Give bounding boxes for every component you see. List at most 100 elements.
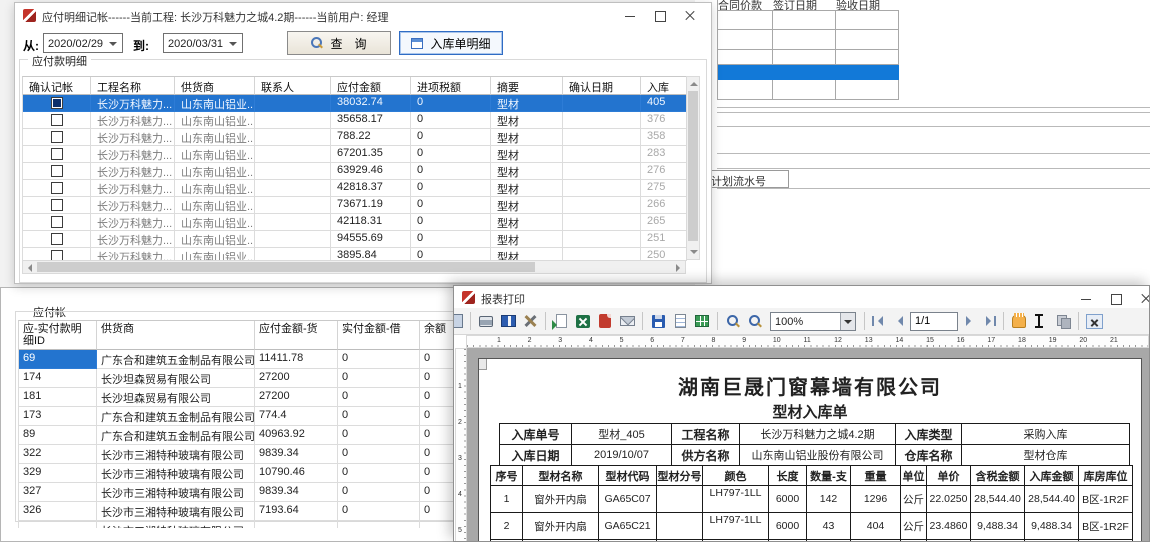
table-row[interactable] <box>718 30 899 50</box>
table-row[interactable]: 326长沙市三湘特种玻璃有限公司7193.6400 <box>19 502 464 521</box>
confirm-checkbox[interactable] <box>51 97 63 109</box>
confirm-checkbox[interactable] <box>51 216 63 228</box>
vertical-scrollbar[interactable] <box>686 76 700 260</box>
to-date-select[interactable]: 2020/03/31 <box>163 33 243 53</box>
scroll-left-icon[interactable] <box>24 264 32 272</box>
page-setup-button[interactable] <box>453 311 465 331</box>
from-date-select[interactable]: 2020/02/29 <box>43 33 123 53</box>
table-row[interactable]: 长沙万科魅力...山东南山铝业...63929.460型材276 <box>23 163 700 180</box>
page-number-input[interactable] <box>910 312 958 331</box>
zoom-level-select[interactable]: 100% <box>770 312 856 331</box>
close-button[interactable] <box>1131 286 1150 310</box>
zoom-in-button[interactable] <box>723 311 743 331</box>
confirm-checkbox[interactable] <box>51 131 63 143</box>
text-select-tool-button[interactable] <box>1031 311 1051 331</box>
table-row[interactable]: 长沙万科魅力...山东南山铝业...73671.190型材266 <box>23 197 700 214</box>
table-row[interactable]: 327长沙市三湘特种玻璃有限公司9839.3400 <box>19 483 464 502</box>
export-grid-button[interactable] <box>692 311 712 331</box>
confirm-checkbox[interactable] <box>51 233 63 245</box>
hand-tool-button[interactable] <box>1009 311 1029 331</box>
prev-page-button[interactable] <box>890 312 908 330</box>
print-button[interactable] <box>476 311 496 331</box>
table-cell: 2 <box>491 513 523 540</box>
column-header[interactable]: 工程名称 <box>91 77 175 95</box>
maximize-button[interactable] <box>1101 286 1131 310</box>
table-cell: 0 <box>411 163 491 180</box>
export-doc-button[interactable] <box>551 311 571 331</box>
table-row[interactable] <box>718 80 899 100</box>
title-bar[interactable]: 报表打印 <box>454 286 1149 308</box>
table-cell: 67201.35 <box>331 146 411 163</box>
book-view-button[interactable] <box>498 311 518 331</box>
table-row[interactable]: 174长沙坦森贸易有限公司2720000 <box>19 369 464 388</box>
confirm-checkbox[interactable] <box>51 165 63 177</box>
column-header[interactable]: 应付金额 <box>331 77 411 95</box>
save-button[interactable] <box>648 311 668 331</box>
scroll-right-icon[interactable] <box>676 264 684 272</box>
column-header[interactable]: 联系人 <box>255 77 331 95</box>
table-row[interactable]: 长沙万科魅力...山东南山铝业...35658.170型材376 <box>23 112 700 129</box>
first-page-button[interactable] <box>870 312 888 330</box>
table-row[interactable]: 长沙万科魅力...山东南山铝业...42818.370型材275 <box>23 180 700 197</box>
column-header[interactable]: 应付金额-货 <box>255 321 338 350</box>
export-pdf-button[interactable] <box>595 311 615 331</box>
confirm-checkbox[interactable] <box>51 148 63 160</box>
column-header[interactable]: 进项税额 <box>411 77 491 95</box>
table-row[interactable]: 181长沙坦森贸易有限公司2720000 <box>19 388 464 407</box>
table-row[interactable]: 长沙市三湘特种玻璃有限公司 <box>19 521 464 528</box>
column-header[interactable]: 确认日期 <box>563 77 641 95</box>
table-row[interactable]: 89广东合和建筑五金制品有限公司40963.9200 <box>19 426 464 445</box>
inbound-detail-button[interactable]: 入库单明细 <box>399 31 503 55</box>
last-page-button[interactable] <box>980 312 998 330</box>
scrollbar-thumb[interactable] <box>688 91 698 241</box>
options-button[interactable] <box>520 311 540 331</box>
confirm-checkbox[interactable] <box>51 182 63 194</box>
column-header[interactable]: 供货商 <box>175 77 255 95</box>
book-icon <box>501 315 516 327</box>
minimize-button[interactable] <box>615 3 645 27</box>
divider <box>717 107 1150 108</box>
table-row[interactable]: 长沙万科魅力...山东南山铝业...38032.740型材405 <box>23 95 700 112</box>
export-excel-button[interactable] <box>573 311 593 331</box>
scroll-up-icon[interactable] <box>690 78 698 86</box>
table-cell <box>23 197 91 214</box>
table-row[interactable] <box>718 65 899 80</box>
close-button[interactable] <box>675 3 705 27</box>
next-page-button[interactable] <box>960 312 978 330</box>
close-preview-button[interactable] <box>1084 311 1104 331</box>
table-cell: 35658.17 <box>331 112 411 129</box>
table-row[interactable]: 173广东合和建筑五金制品有限公司774.400 <box>19 407 464 426</box>
table-row[interactable]: 长沙万科魅力...山东南山铝业...42118.310型材265 <box>23 214 700 231</box>
scrollbar-thumb[interactable] <box>37 262 535 272</box>
table-row[interactable] <box>718 10 899 30</box>
zoom-out-button[interactable] <box>745 311 765 331</box>
column-header[interactable]: 摘要 <box>491 77 563 95</box>
confirm-checkbox[interactable] <box>51 114 63 126</box>
column-header[interactable]: 确认记帐 <box>23 77 91 95</box>
table-row[interactable]: 329长沙市三湘特种玻璃有限公司10790.4600 <box>19 464 464 483</box>
table-row[interactable]: 长沙万科魅力...山东南山铝业...788.220型材358 <box>23 129 700 146</box>
column-header[interactable]: 供货商 <box>97 321 255 350</box>
table-row[interactable]: 322长沙市三湘特种玻璃有限公司9839.3400 <box>19 445 464 464</box>
column-header[interactable]: 入库 <box>641 77 687 95</box>
table-row[interactable]: 69广东合和建筑五金制品有限公司11411.7800 <box>19 350 464 369</box>
column-header[interactable]: 应-实付款明细ID <box>19 321 97 350</box>
confirm-checkbox[interactable] <box>51 199 63 211</box>
table-row[interactable] <box>718 50 899 65</box>
scroll-down-icon[interactable] <box>690 250 698 258</box>
send-mail-button[interactable] <box>617 311 637 331</box>
table-cell <box>836 30 899 50</box>
copy-button[interactable] <box>1053 311 1073 331</box>
preview-area[interactable]: 湖南巨晟门窗幕墙有限公司 型材入库单 入库单号 型材_405 工程名称 长沙万科… <box>467 348 1150 542</box>
minimize-button[interactable] <box>1071 286 1101 310</box>
arrow-right-icon <box>966 316 976 326</box>
maximize-button[interactable] <box>645 3 675 27</box>
page-view-button[interactable] <box>670 311 690 331</box>
query-button[interactable]: 查 询 <box>287 31 391 55</box>
table-row[interactable]: 长沙万科魅力...山东南山铝业...67201.350型材283 <box>23 146 700 163</box>
chevron-down-icon[interactable] <box>840 313 855 330</box>
column-header[interactable]: 实付金额-借 <box>338 321 420 350</box>
horizontal-scrollbar[interactable] <box>22 260 686 274</box>
table-row[interactable]: 长沙万科魅力...山东南山铝业...94555.690型材251 <box>23 231 700 248</box>
title-bar[interactable]: 应付明细记帐------当前工程: 长沙万科魅力之城4.2期------当前用户… <box>15 3 711 27</box>
